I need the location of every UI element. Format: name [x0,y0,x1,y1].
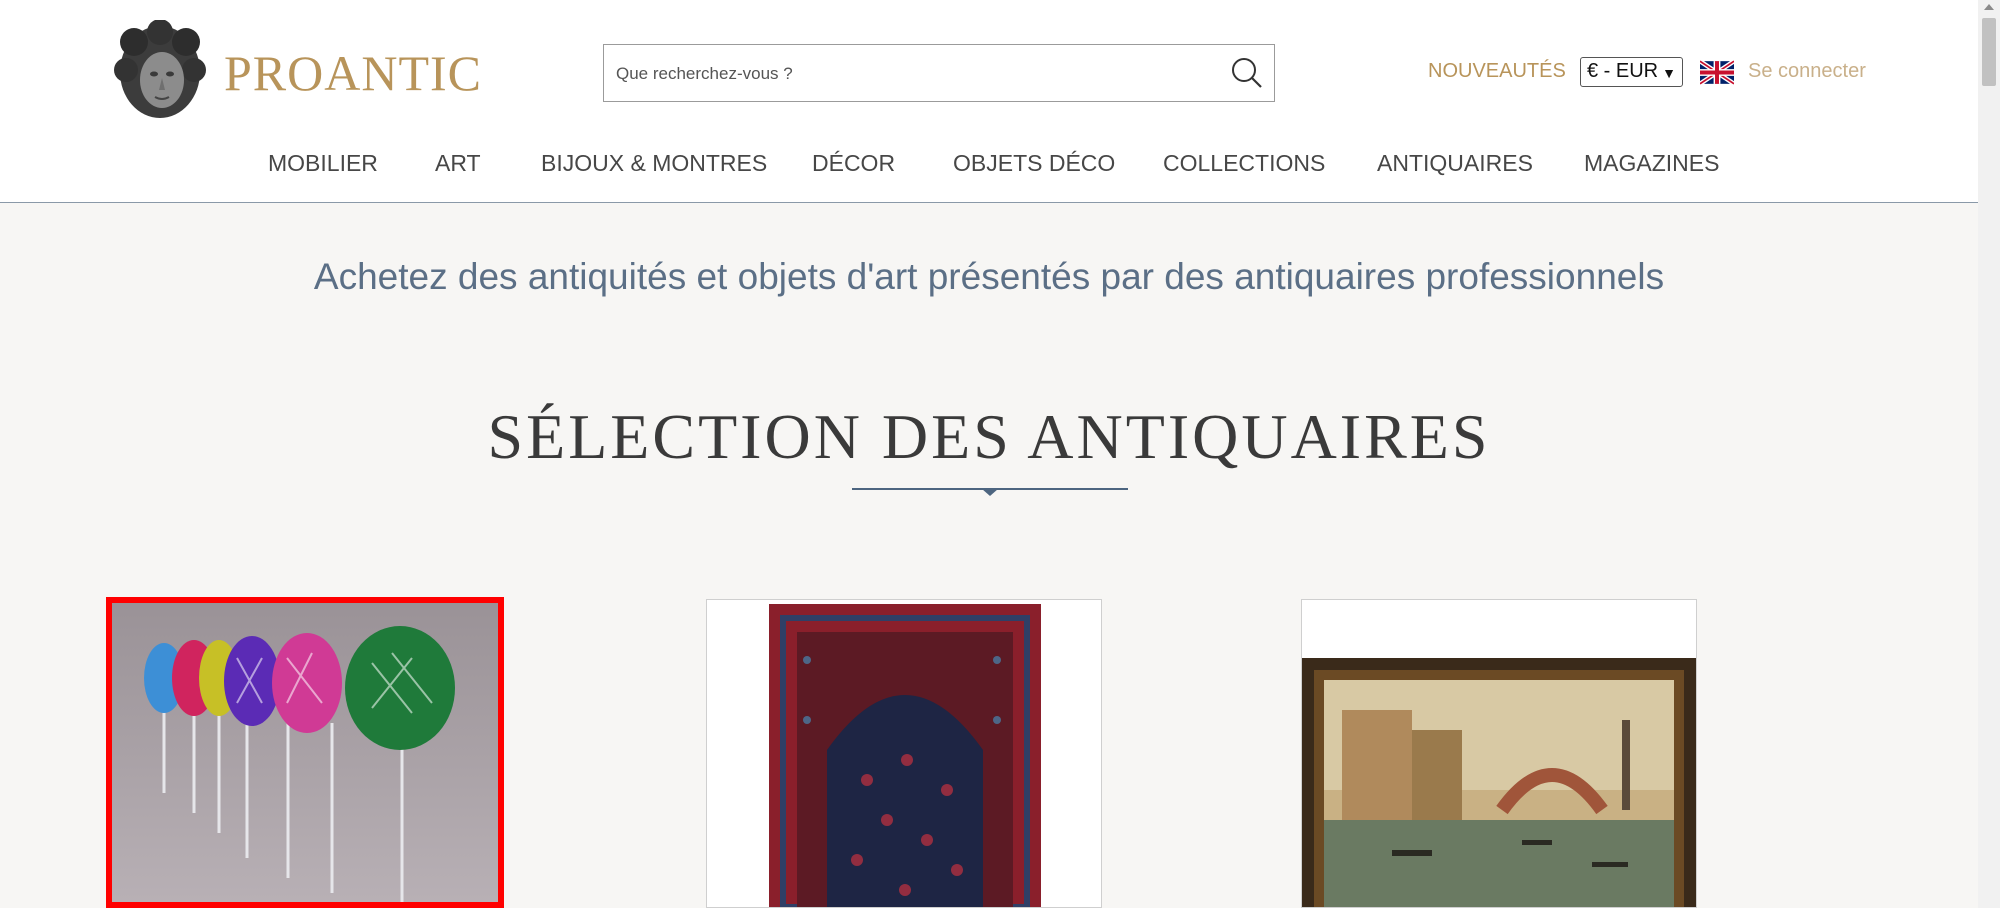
product-image-painting [1302,600,1696,907]
vertical-scrollbar[interactable] [1978,0,2000,908]
nav-item-decor[interactable]: DÉCOR [812,150,895,177]
title-divider [852,488,1128,496]
nav-item-art[interactable]: ART [435,150,481,177]
nav-item-collections[interactable]: COLLECTIONS [1163,150,1325,177]
main-nav: MOBILIER ART BIJOUX & MONTRES DÉCOR OBJE… [0,150,1978,180]
search-bar [603,44,1275,102]
nav-item-magazines[interactable]: MAGAZINES [1584,150,1719,177]
scroll-thumb[interactable] [1982,18,1996,86]
product-card-painting[interactable] [1301,599,1697,908]
nav-item-objets-deco[interactable]: OBJETS DÉCO [953,150,1115,177]
product-card-rug[interactable] [706,599,1102,908]
uk-flag-icon[interactable] [1700,60,1734,85]
nav-item-antiquaires[interactable]: ANTIQUAIRES [1377,150,1533,177]
new-arrivals-link[interactable]: NOUVEAUTÉS [1428,60,1566,83]
search-input[interactable] [614,55,1208,93]
nav-item-bijoux-montres[interactable]: BIJOUX & MONTRES [541,150,767,177]
product-card-glasses[interactable] [106,597,504,908]
product-image-rug [707,600,1101,907]
search-icon[interactable] [1228,55,1264,91]
chevron-down-icon: ▼ [1662,65,1676,81]
product-image-glasses [112,603,498,902]
section-title: SÉLECTION DES ANTIQUAIRES [487,401,1491,472]
tagline: Achetez des antiquités et objets d'art p… [313,256,1665,297]
currency-value: € - EUR [1587,60,1659,82]
logo-head-icon[interactable] [112,20,208,122]
nav-item-mobilier[interactable]: MOBILIER [268,150,378,177]
currency-select[interactable]: € - EUR ▼ [1580,57,1683,87]
login-link[interactable]: Se connecter [1748,60,1866,83]
scroll-up-icon[interactable] [1984,4,1994,10]
brand-name[interactable]: PROANTIC [224,44,482,102]
site-header: PROANTIC NOUVEAUTÉS € - EUR ▼ Se connect… [0,0,1978,203]
